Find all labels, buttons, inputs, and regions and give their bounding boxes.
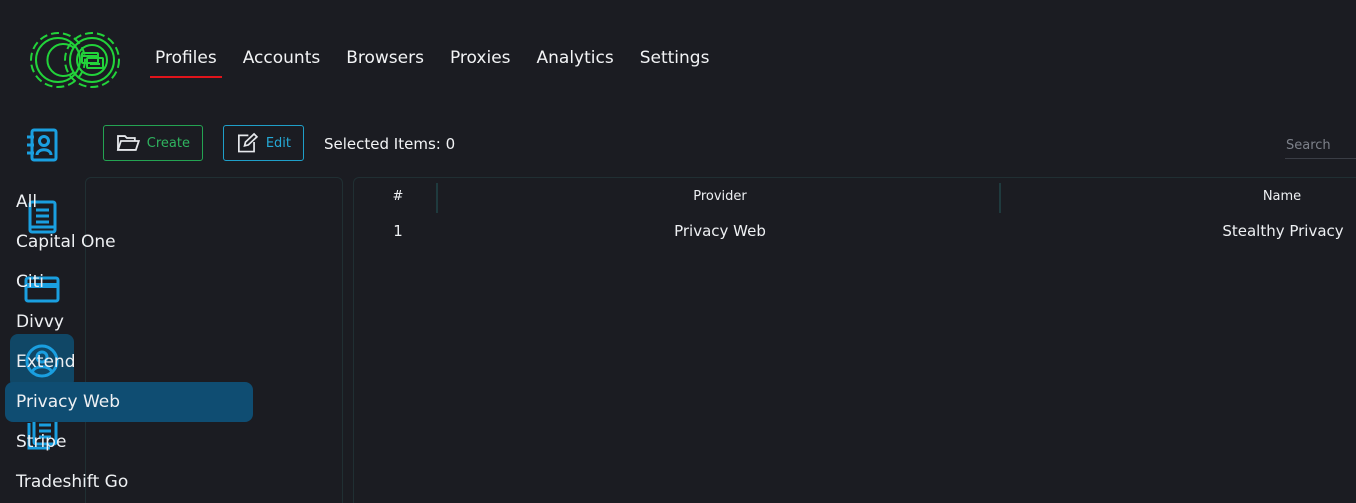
edit-icon (237, 132, 259, 153)
column-resize-handle[interactable] (999, 183, 1001, 213)
top-nav: Profiles Accounts Browsers Proxies Analy… (142, 46, 722, 78)
profiles-table (353, 177, 1356, 503)
provider-item-extend[interactable]: Extend (5, 342, 253, 382)
table-cell-provider: Privacy Web (674, 222, 766, 240)
edit-button[interactable]: Edit (223, 125, 304, 161)
folder-open-icon (116, 135, 140, 151)
provider-item-stripe[interactable]: Stripe (5, 422, 253, 462)
rail-item-profiles-book[interactable] (10, 118, 74, 172)
column-header-name[interactable]: Name (1232, 189, 1332, 204)
column-header-index[interactable]: # (388, 189, 408, 204)
selected-items-count: Selected Items: 0 (324, 135, 456, 153)
tab-profiles[interactable]: Profiles (142, 46, 230, 78)
address-book-icon (27, 128, 58, 162)
provider-item-tradeshift-go[interactable]: Tradeshift Go (5, 462, 253, 502)
tab-proxies[interactable]: Proxies (437, 46, 524, 78)
create-button-label: Create (146, 135, 190, 151)
provider-item-privacy-web[interactable]: Privacy Web (5, 382, 253, 422)
tab-analytics[interactable]: Analytics (524, 46, 627, 78)
column-resize-handle[interactable] (436, 183, 438, 213)
app-logo (30, 32, 120, 88)
provider-item-all[interactable]: All (5, 182, 253, 222)
tab-settings[interactable]: Settings (627, 46, 723, 78)
search-input[interactable] (1285, 133, 1356, 159)
provider-item-citi[interactable]: Citi (5, 262, 253, 302)
create-button[interactable]: Create (103, 125, 203, 161)
tab-accounts[interactable]: Accounts (230, 46, 334, 78)
edit-button-label: Edit (265, 135, 291, 151)
provider-item-divvy[interactable]: Divvy (5, 302, 253, 342)
table-cell-name: Stealthy Privacy (1222, 222, 1344, 240)
table-cell-index: 1 (393, 222, 403, 240)
tab-browsers[interactable]: Browsers (333, 46, 437, 78)
app-window: Profiles Accounts Browsers Proxies Analy… (0, 0, 1356, 503)
provider-item-capital-one[interactable]: Capital One (5, 222, 253, 262)
column-header-provider[interactable]: Provider (620, 189, 820, 204)
